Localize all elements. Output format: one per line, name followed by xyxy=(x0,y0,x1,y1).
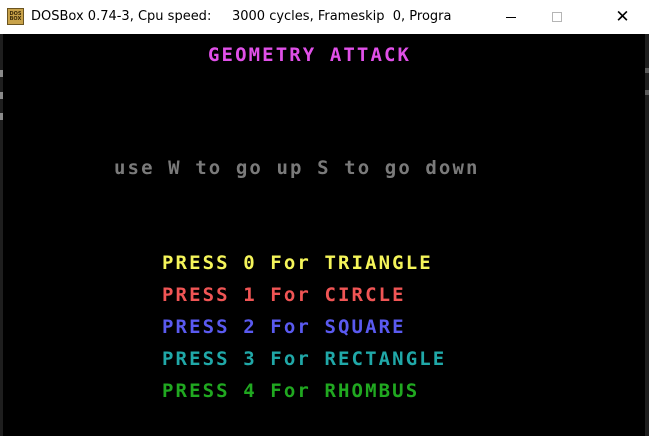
game-title: GEOMETRY ATTACK xyxy=(208,44,412,66)
background-artifact xyxy=(645,90,649,95)
menu-option-triangle: PRESS 0 For TRIANGLE xyxy=(162,252,433,274)
window-title: DOSBox 0.74-3, Cpu speed: 3000 cycles, F… xyxy=(31,9,452,24)
dos-screen[interactable]: GEOMETRY ATTACK use W to go up S to go d… xyxy=(3,34,645,436)
controls-instructions: use W to go up S to go down xyxy=(114,157,480,179)
menu-option-circle: PRESS 1 For CIRCLE xyxy=(162,284,406,306)
maximize-icon xyxy=(552,12,562,22)
dosbox-icon-label: DOS BOX xyxy=(9,10,22,22)
menu-option-rhombus: PRESS 4 For RHOMBUS xyxy=(162,380,420,402)
minimize-button[interactable] xyxy=(488,0,534,34)
maximize-button[interactable] xyxy=(534,0,580,34)
dosbox-icon[interactable]: DOS BOX xyxy=(7,8,24,25)
menu-option-square: PRESS 2 For SQUARE xyxy=(162,316,406,338)
background-artifact xyxy=(645,68,649,73)
minimize-icon xyxy=(506,16,516,18)
window-titlebar[interactable]: DOS BOX DOSBox 0.74-3, Cpu speed: 3000 c… xyxy=(0,0,649,34)
close-button[interactable]: ✕ xyxy=(596,0,649,34)
close-icon: ✕ xyxy=(615,6,630,27)
menu-option-rectangle: PRESS 3 For RECTANGLE xyxy=(162,348,447,370)
